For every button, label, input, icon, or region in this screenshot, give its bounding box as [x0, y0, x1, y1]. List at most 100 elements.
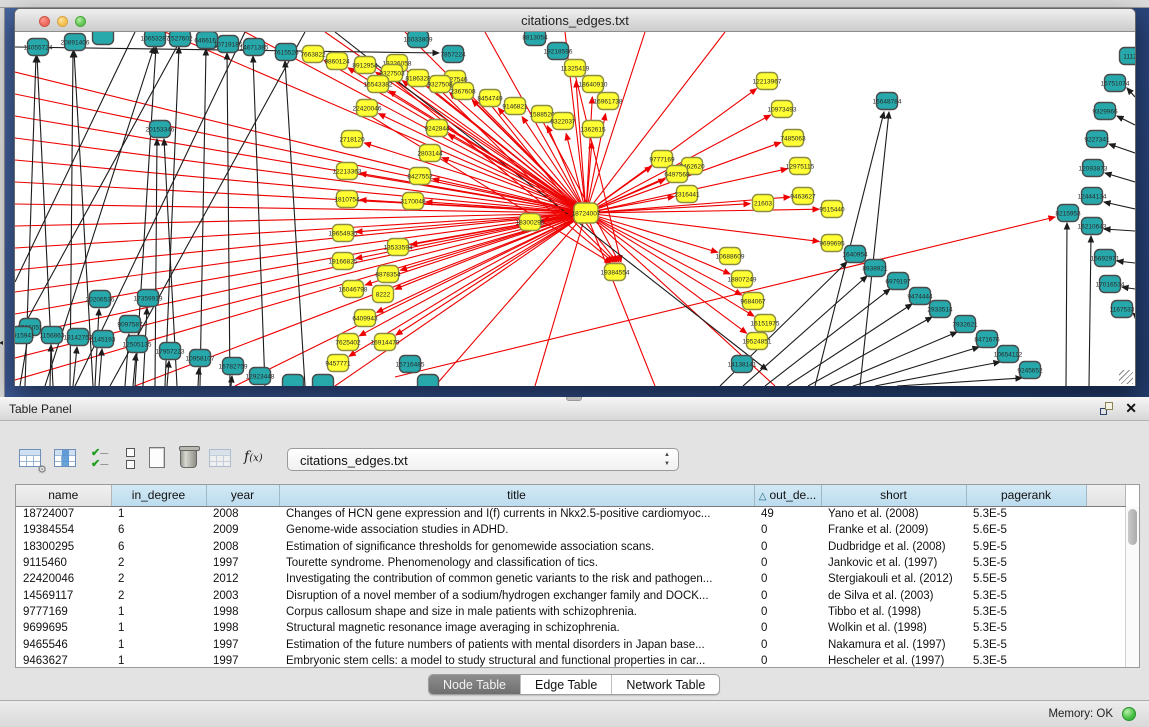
table-cell[interactable]: Investigating the contribution of common… [279, 571, 754, 587]
column-header-year[interactable]: year [206, 485, 279, 506]
graph-node[interactable] [93, 32, 114, 45]
float-panel-icon[interactable] [1100, 402, 1113, 415]
table-cell[interactable]: 0 [754, 587, 821, 603]
graph-edge[interactable] [285, 61, 305, 386]
table-cell[interactable] [1086, 604, 1125, 620]
graph-edge[interactable] [227, 53, 230, 386]
table-cell[interactable]: 0 [754, 636, 821, 652]
table-selector-dropdown[interactable]: citations_edges.txt ▲▼ [287, 448, 679, 471]
graph-edge[interactable] [73, 347, 77, 386]
graph-node[interactable] [418, 375, 439, 387]
table-cell[interactable] [1086, 539, 1125, 555]
graph-edge[interactable] [830, 332, 957, 386]
table-cell[interactable]: 1997 [206, 653, 279, 669]
table-cell[interactable]: 5.3E-5 [966, 620, 1086, 636]
graph-edge[interactable] [1117, 261, 1135, 263]
graph-edge[interactable] [110, 32, 305, 386]
table-cell[interactable]: 2003 [206, 587, 279, 603]
delete-table-icon[interactable] [208, 445, 234, 473]
table-cell[interactable]: Hescheler et al. (1997) [821, 653, 966, 669]
table-scrollbar-thumb[interactable] [1128, 509, 1137, 545]
table-cell[interactable]: 0 [754, 620, 821, 636]
table-cell[interactable]: 0 [754, 555, 821, 571]
table-cell[interactable]: 0 [754, 522, 821, 538]
tab-network-table[interactable]: Network Table [612, 675, 719, 694]
table-cell[interactable]: 1 [111, 604, 206, 620]
table-cell[interactable]: 5.3E-5 [966, 636, 1086, 652]
graph-edge[interactable] [1066, 223, 1067, 386]
table-row[interactable]: 969969511998Structural magnetic resonanc… [16, 620, 1125, 636]
graph-edge[interactable] [1127, 88, 1135, 97]
table-cell[interactable]: 2008 [206, 506, 279, 522]
table-cell[interactable]: 2012 [206, 571, 279, 587]
column-header-indegree[interactable]: in_degree [111, 485, 206, 506]
table-cell[interactable]: Disruption of a novel member of a sodium… [279, 587, 754, 603]
table-cell[interactable]: 9115460 [16, 555, 111, 571]
table-cell[interactable]: 0 [754, 571, 821, 587]
table-cell[interactable]: 1 [111, 636, 206, 652]
graph-edge[interactable] [765, 289, 890, 386]
table-row[interactable]: 911546021997Tourette syndrome. Phenomeno… [16, 555, 1125, 571]
network-canvas[interactable]: 1405572420891406106532871527602646616110… [15, 32, 1135, 386]
graph-edge[interactable] [1109, 144, 1135, 153]
table-cell[interactable] [1086, 587, 1125, 603]
table-cell[interactable]: 0 [754, 653, 821, 669]
table-cell[interactable]: 0 [754, 604, 821, 620]
graph-edge[interactable] [15, 213, 586, 248]
table-row[interactable]: 977716911998Corpus callosum shape and si… [16, 604, 1125, 620]
graph-edge[interactable] [20, 337, 28, 386]
row-selection-icon[interactable]: ✔—✔— [89, 445, 115, 473]
column-header-pagerank[interactable]: pagerank [966, 485, 1086, 506]
panel-divider-grip[interactable] [566, 397, 582, 401]
column-header-name[interactable]: name [16, 485, 111, 506]
table-cell[interactable]: 1 [111, 653, 206, 669]
table-cell[interactable]: 1 [111, 506, 206, 522]
graph-edge[interactable] [1104, 229, 1135, 231]
graph-edge[interactable] [808, 317, 932, 386]
delete-column-icon[interactable] [176, 445, 202, 473]
table-cell[interactable]: de Silva et al. (2003) [821, 587, 966, 603]
left-splitter[interactable]: ◂ [0, 8, 5, 397]
table-cell[interactable]: 5.3E-5 [966, 604, 1086, 620]
table-row[interactable]: 1938455462009Genome-wide association stu… [16, 522, 1125, 538]
table-cell[interactable]: Genome-wide association studies in ADHD. [279, 522, 754, 538]
table-cell[interactable] [1086, 636, 1125, 652]
table-cell[interactable]: 5.3E-5 [966, 506, 1086, 522]
graph-node[interactable] [313, 375, 334, 387]
table-cell[interactable]: Stergiakouli et al. (2012) [821, 571, 966, 587]
table-row[interactable]: 2242004622012Investigating the contribut… [16, 571, 1125, 587]
table-cell[interactable]: 9777169 [16, 604, 111, 620]
table-cell[interactable]: 18300295 [16, 539, 111, 555]
table-cell[interactable] [1086, 620, 1125, 636]
table-cell[interactable]: 9465546 [16, 636, 111, 652]
graph-edge[interactable] [231, 376, 232, 386]
table-cell[interactable]: 1998 [206, 604, 279, 620]
table-cell[interactable]: 2 [111, 571, 206, 587]
table-cell[interactable]: 49 [754, 506, 821, 522]
table-cell[interactable]: 2008 [206, 539, 279, 555]
graph-edge[interactable] [395, 213, 586, 289]
table-cell[interactable]: 14569117 [16, 587, 111, 603]
table-row[interactable]: 1830029562008Estimation of significance … [16, 539, 1125, 555]
table-cell[interactable] [1086, 506, 1125, 522]
graph-edge[interactable] [897, 378, 1022, 386]
graph-edge[interactable] [1105, 173, 1135, 182]
table-row[interactable]: 1456911722003Disruption of a novel membe… [16, 587, 1125, 603]
table-cell[interactable] [1086, 653, 1125, 669]
table-cell[interactable]: Embryonic stem cells: a model to study s… [279, 653, 754, 669]
graph-edge[interactable] [1117, 116, 1135, 125]
graph-edge[interactable] [875, 362, 1000, 386]
column-visibility-icon[interactable] [53, 445, 79, 473]
graph-edge[interactable] [198, 368, 199, 386]
column-header-outde[interactable]: △out_de... [754, 485, 821, 506]
graph-edge[interactable] [15, 213, 586, 292]
table-cell[interactable]: Tourette syndrome. Phenomenology and cla… [279, 555, 754, 571]
table-cell[interactable]: Tibbo et al. (1998) [821, 604, 966, 620]
table-cell[interactable]: 2009 [206, 522, 279, 538]
table-cell[interactable]: Structural magnetic resonance image aver… [279, 620, 754, 636]
table-cell[interactable]: 22420046 [16, 571, 111, 587]
table-cell[interactable]: 19384554 [16, 522, 111, 538]
table-cell[interactable]: Estimation of the future numbers of pati… [279, 636, 754, 652]
table-cell[interactable]: 6 [111, 522, 206, 538]
column-header-title[interactable]: title [279, 485, 754, 506]
